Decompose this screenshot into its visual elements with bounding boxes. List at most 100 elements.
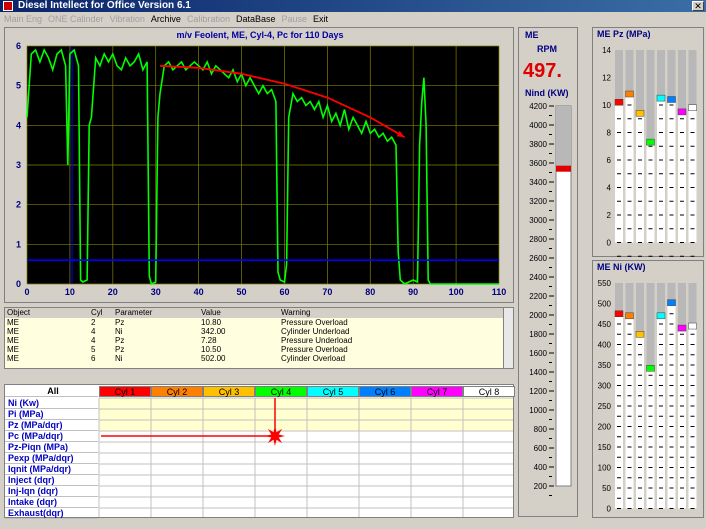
ni-scale-label: 50	[602, 484, 611, 493]
menu-item-archive[interactable]: Archive	[151, 14, 181, 24]
ni-scale-label: 100	[598, 464, 612, 473]
ni-cyl-6-marker	[667, 299, 676, 306]
x-tick-label: 60	[279, 287, 289, 297]
param-row-label[interactable]: Pc (MPa/dqr)	[5, 431, 98, 442]
nind-scale-label: 2000	[529, 311, 547, 320]
x-tick-label: 110	[492, 287, 507, 297]
rpm-value: 497.	[523, 60, 562, 82]
pz-scale-label: 0	[607, 239, 612, 248]
cyl-header-6[interactable]: Cyl 6	[359, 386, 411, 397]
warnings-scrollbar[interactable]	[503, 308, 513, 368]
cyl-header-5[interactable]: Cyl 5	[307, 386, 359, 397]
trend-chart: 0 10 20 30 40 50 60 70 80 90 100 110 0 1 2 3 4 5 6	[16, 41, 507, 297]
rpm-label: RPM	[537, 44, 557, 54]
cyl-header-1[interactable]: Cyl 1	[99, 386, 151, 397]
cyl-header-3[interactable]: Cyl 3	[203, 386, 255, 397]
warnings-header-cell: Value	[201, 308, 221, 317]
cyl-header-4[interactable]: Cyl 4	[255, 386, 307, 397]
menu-item-vibration[interactable]: Vibration	[110, 14, 145, 24]
menu-bar: Main Eng ONE Calinder Vibration Archive Cali…	[0, 13, 706, 26]
menu-item-pause[interactable]: Pause	[282, 14, 308, 24]
nind-scale-label: 3800	[529, 140, 547, 149]
window-title-bar: Diesel Intellect for Office Version 6.1	[0, 0, 706, 12]
cyl-header-2[interactable]: Cyl 2	[151, 386, 203, 397]
window-title: Diesel Intellect for Office Version 6.1	[18, 0, 191, 11]
param-row-label[interactable]: Inject (dqr)	[5, 475, 98, 486]
pz-cyl-6-marker	[667, 96, 676, 103]
warnings-cell: 2	[91, 318, 96, 327]
ni-bar-fill	[657, 283, 665, 316]
param-row-label[interactable]: Inj-Iqn (dqr)	[5, 486, 98, 497]
warnings-cell: Cylinder Overload	[281, 354, 346, 363]
menu-item-one-calinder[interactable]: ONE Calinder	[48, 14, 104, 24]
nind-scale-label: 4200	[529, 102, 547, 111]
pz-cyl-3-marker	[635, 110, 645, 117]
pz-scale-label: 4	[607, 184, 612, 193]
me-panel-title: ME	[525, 30, 539, 40]
pz-cyl-2-marker	[625, 90, 634, 98]
param-row-label[interactable]: Ni (Kw)	[5, 398, 98, 409]
pz-scale-label: 12	[602, 74, 611, 83]
ni-bar-fill	[646, 283, 655, 369]
nind-scale-label: 3000	[529, 216, 547, 225]
param-row-label[interactable]: Iqnit (MPa/dqr)	[5, 464, 98, 475]
ni-scale-label: 450	[598, 320, 612, 329]
all-header[interactable]: All	[5, 386, 98, 397]
close-button[interactable]: ✕	[692, 1, 704, 11]
warnings-cell: Cylinder Underload	[281, 327, 350, 336]
pz-bar-fill	[657, 50, 665, 99]
nind-scale-label: 4000	[529, 121, 547, 130]
nind-scale-label: 2400	[529, 273, 547, 282]
ni-scale-label: 350	[598, 361, 612, 370]
app-icon	[3, 1, 13, 11]
menu-item-main-eng[interactable]: Main Eng	[4, 14, 42, 24]
pz-bar-fill	[667, 50, 676, 100]
param-row-label[interactable]: Pi (MPa)	[5, 409, 98, 420]
pz-bar-fill	[625, 50, 634, 94]
nind-scale-label: 1200	[529, 387, 547, 396]
x-tick-label: 20	[108, 287, 118, 297]
nind-scale-label: 3400	[529, 178, 547, 187]
ni-bar-fill	[636, 283, 644, 335]
ni-bar-fill	[625, 283, 634, 316]
x-tick-label: 0	[24, 287, 29, 297]
y-tick-label: 3	[16, 160, 21, 170]
nind-scale-label: 1000	[529, 406, 547, 415]
ni-cyl-7-marker	[677, 324, 687, 332]
pz-cyl-1-marker	[614, 99, 624, 106]
ni-scale-label: 500	[598, 300, 612, 309]
warnings-cell: Pz	[115, 318, 125, 327]
ni-cyl-2-marker	[625, 312, 634, 320]
pz-scale-label: 6	[607, 156, 612, 165]
nind-scale-label: 600	[534, 444, 548, 453]
menu-item-calibration[interactable]: Calibration	[187, 14, 230, 24]
warnings-cell: 7.28	[201, 336, 217, 345]
nind-scale-label: 2200	[529, 292, 547, 301]
warnings-cell: Pz	[115, 345, 125, 354]
cyl-header-8[interactable]: Cyl 8	[463, 386, 515, 397]
nind-indicator	[556, 165, 571, 172]
param-row-label[interactable]: Intake (dqr)	[5, 497, 98, 508]
nind-scale-label: 800	[534, 425, 548, 434]
x-tick-label: 80	[365, 287, 375, 297]
alarm-burst-icon	[265, 426, 285, 446]
y-tick-label: 4	[16, 120, 21, 130]
param-row-label[interactable]: Pz (MPa/dqr)	[5, 420, 98, 431]
param-row-label[interactable]: Exhaust(dqr)	[5, 508, 98, 519]
param-row-label[interactable]: Pexp (MPa/dqr)	[5, 453, 98, 464]
nind-scale-label: 400	[534, 463, 548, 472]
menu-item-exit[interactable]: Exit	[313, 14, 328, 24]
x-tick-label: 90	[408, 287, 418, 297]
ni-scale-label: 250	[598, 402, 612, 411]
menu-item-database[interactable]: DataBase	[236, 14, 276, 24]
warnings-header-cell: Parameter	[115, 308, 153, 317]
ni-scale-label: 400	[598, 341, 612, 350]
ni-bar-fill	[678, 283, 686, 329]
pz-scale-label: 10	[602, 101, 611, 110]
x-tick-label: 50	[237, 287, 247, 297]
x-tick-label: 10	[65, 287, 75, 297]
cyl-header-7[interactable]: Cyl 7	[411, 386, 463, 397]
param-row-label[interactable]: Pz-Piqn (MPa)	[5, 442, 98, 453]
pz-bar-fill	[646, 50, 655, 143]
pz-scale-label: 8	[607, 129, 612, 138]
